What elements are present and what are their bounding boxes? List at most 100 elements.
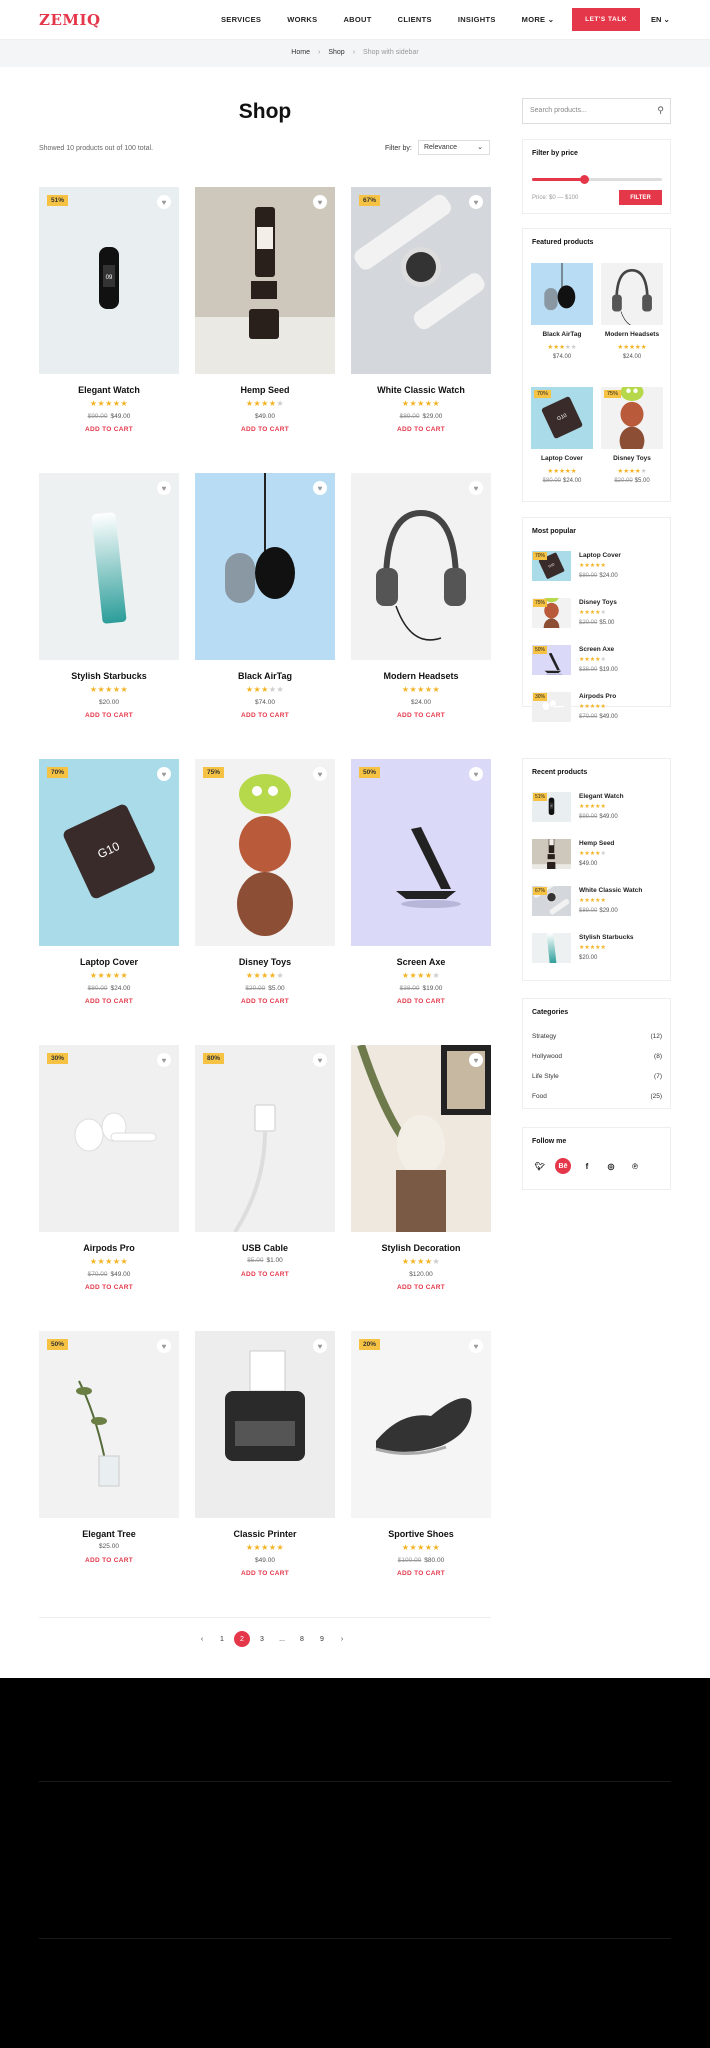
list-thumb[interactable] (532, 839, 571, 869)
product-image[interactable] (351, 1045, 491, 1232)
featured-thumb[interactable] (601, 263, 663, 325)
featured-name[interactable]: Modern Headsets (601, 331, 663, 338)
list-thumb[interactable] (532, 933, 571, 963)
heart-icon[interactable]: ♥ (157, 1053, 171, 1067)
heart-icon[interactable]: ♥ (157, 1339, 171, 1353)
facebook-icon[interactable]: f (579, 1158, 595, 1174)
product-image[interactable] (39, 473, 179, 660)
nav-insights[interactable]: INSIGHTS (458, 15, 496, 24)
featured-thumb[interactable] (531, 263, 593, 325)
product-name[interactable]: Screen Axe (351, 957, 491, 967)
add-to-cart-button[interactable]: ADD TO CART (39, 426, 179, 433)
product-image[interactable] (195, 1045, 335, 1232)
add-to-cart-button[interactable]: ADD TO CART (351, 426, 491, 433)
add-to-cart-button[interactable]: ADD TO CART (39, 712, 179, 719)
add-to-cart-button[interactable]: ADD TO CART (195, 998, 335, 1005)
add-to-cart-button[interactable]: ADD TO CART (195, 1570, 335, 1577)
search-icon[interactable]: ⚲ (657, 105, 664, 116)
list-product[interactable]: 09 51% Elegant Watch ★★★★★ $99.00 $49.00 (532, 792, 662, 822)
heart-icon[interactable]: ♥ (157, 195, 171, 209)
add-to-cart-button[interactable]: ADD TO CART (351, 1284, 491, 1291)
pinterest-icon[interactable]: ℗ (627, 1158, 643, 1174)
heart-icon[interactable]: ♥ (313, 1053, 327, 1067)
add-to-cart-button[interactable]: ADD TO CART (195, 426, 335, 433)
heart-icon[interactable]: ♥ (469, 767, 483, 781)
product-name[interactable]: Stylish Decoration (351, 1243, 491, 1253)
product-name[interactable]: USB Cable (195, 1243, 335, 1253)
add-to-cart-button[interactable]: ADD TO CART (39, 998, 179, 1005)
list-name[interactable]: Laptop Cover (579, 552, 621, 559)
heart-icon[interactable]: ♥ (157, 481, 171, 495)
heart-icon[interactable]: ♥ (469, 195, 483, 209)
instagram-icon[interactable]: ◎ (603, 1158, 619, 1174)
product-name[interactable]: Disney Toys (195, 957, 335, 967)
product-name[interactable]: Black AirTag (195, 671, 335, 681)
pagination-prev-icon[interactable]: ‹ (194, 1631, 210, 1647)
price-slider[interactable] (532, 175, 662, 184)
list-product[interactable]: 67% White Classic Watch ★★★★★ $89.00 $29.00 (532, 886, 662, 916)
product-image[interactable]: G10 (39, 759, 179, 946)
heart-icon[interactable]: ♥ (469, 1339, 483, 1353)
product-image[interactable] (39, 1331, 179, 1518)
category-item[interactable]: Food (25) (532, 1093, 662, 1100)
twitter-icon[interactable]: 🐦︎ (532, 1158, 548, 1174)
category-item[interactable]: Strategy (12) (532, 1033, 662, 1040)
list-name[interactable]: Airpods Pro (579, 693, 616, 700)
list-name[interactable]: Stylish Starbucks (579, 934, 634, 941)
list-product[interactable]: 50% Screen Axe ★★★★★ $38.00 $19.00 (532, 645, 662, 675)
pagination-page-active[interactable]: 2 (234, 1631, 250, 1647)
breadcrumb-shop[interactable]: Shop (328, 49, 344, 56)
heart-icon[interactable]: ♥ (313, 1339, 327, 1353)
product-image[interactable] (195, 473, 335, 660)
heart-icon[interactable]: ♥ (157, 767, 171, 781)
product-name[interactable]: Stylish Starbucks (39, 671, 179, 681)
nav-services[interactable]: SERVICES (221, 15, 261, 24)
list-product[interactable]: G10 70% Laptop Cover ★★★★★ $80.00 $24.00 (532, 551, 662, 581)
featured-name[interactable]: Black AirTag (531, 331, 593, 338)
language-selector[interactable]: EN ⌄ (651, 15, 670, 24)
filter-button[interactable]: FILTER (619, 190, 662, 205)
product-image[interactable] (351, 1331, 491, 1518)
product-name[interactable]: Sportive Shoes (351, 1529, 491, 1539)
pagination-next-icon[interactable]: › (334, 1631, 350, 1647)
logo[interactable]: ZEMIQ (39, 11, 101, 29)
add-to-cart-button[interactable]: ADD TO CART (351, 998, 491, 1005)
list-product[interactable]: Hemp Seed ★★★★★ $49.00 (532, 839, 662, 869)
product-image[interactable] (195, 187, 335, 374)
nav-more[interactable]: MORE ⌄ (522, 15, 555, 24)
sort-select[interactable]: Relevance ⌄ (418, 140, 490, 155)
lets-talk-button[interactable]: LET'S TALK (572, 8, 640, 31)
add-to-cart-button[interactable]: ADD TO CART (195, 712, 335, 719)
pagination-page[interactable]: 1 (214, 1631, 230, 1647)
add-to-cart-button[interactable]: ADD TO CART (351, 1570, 491, 1577)
product-image[interactable] (195, 759, 335, 946)
product-name[interactable]: Hemp Seed (195, 385, 335, 395)
list-name[interactable]: Screen Axe (579, 646, 614, 653)
product-name[interactable]: White Classic Watch (351, 385, 491, 395)
product-image[interactable] (195, 1331, 335, 1518)
product-name[interactable]: Elegant Watch (39, 385, 179, 395)
search-input[interactable]: Search products... ⚲ (522, 98, 671, 124)
list-name[interactable]: Elegant Watch (579, 793, 624, 800)
list-product[interactable]: 30% Airpods Pro ★★★★★ $70.00 $49.00 (532, 692, 662, 722)
list-name[interactable]: Disney Toys (579, 599, 617, 606)
add-to-cart-button[interactable]: ADD TO CART (39, 1284, 179, 1291)
pagination-page[interactable]: 8 (294, 1631, 310, 1647)
list-name[interactable]: White Classic Watch (579, 887, 642, 894)
list-name[interactable]: Hemp Seed (579, 840, 614, 847)
product-name[interactable]: Modern Headsets (351, 671, 491, 681)
behance-icon[interactable]: Bē (555, 1158, 571, 1174)
price-slider-handle[interactable] (580, 175, 589, 184)
add-to-cart-button[interactable]: ADD TO CART (39, 1557, 179, 1564)
featured-name[interactable]: Laptop Cover (531, 455, 593, 462)
product-name[interactable]: Airpods Pro (39, 1243, 179, 1253)
heart-icon[interactable]: ♥ (469, 481, 483, 495)
list-product[interactable]: Stylish Starbucks ★★★★★ $20.00 (532, 933, 662, 963)
heart-icon[interactable]: ♥ (469, 1053, 483, 1067)
product-image[interactable] (351, 473, 491, 660)
heart-icon[interactable]: ♥ (313, 481, 327, 495)
nav-clients[interactable]: CLIENTS (398, 15, 432, 24)
add-to-cart-button[interactable]: ADD TO CART (195, 1271, 335, 1278)
product-name[interactable]: Elegant Tree (39, 1529, 179, 1539)
add-to-cart-button[interactable]: ADD TO CART (351, 712, 491, 719)
